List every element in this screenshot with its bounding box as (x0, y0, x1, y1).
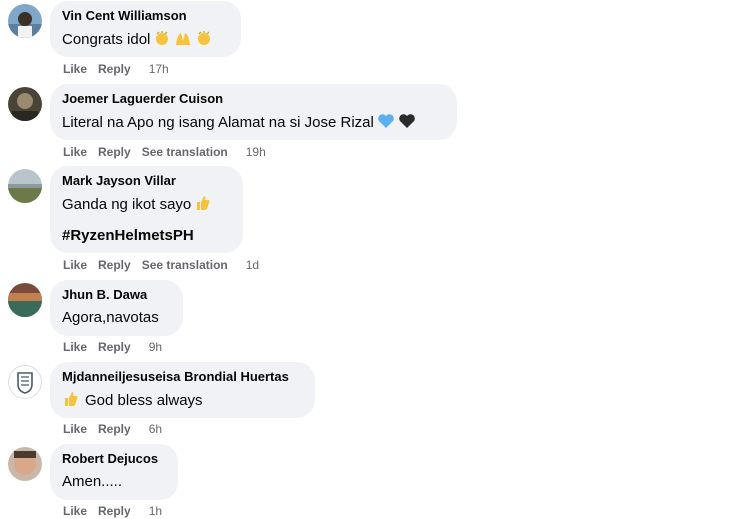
comment-timestamp[interactable]: 19h (246, 145, 266, 159)
reply-button[interactable]: Reply (98, 340, 131, 354)
comment-bubble: Vin Cent Williamson Congrats idol (50, 1, 241, 57)
hashtag-link[interactable]: #RyzenHelmetsPH (62, 226, 231, 246)
comment-text: Ganda ng ikot sayo (62, 194, 231, 218)
avatar[interactable] (8, 447, 42, 481)
comment-author[interactable]: Mjdanneiljesuseisa Brondial Huertas (62, 368, 303, 385)
comment-author[interactable]: Robert Dejucos (62, 450, 166, 467)
comment-actions: Like Reply 17h (63, 61, 169, 77)
blue-heart-icon (377, 112, 395, 136)
reply-button[interactable]: Reply (98, 504, 131, 518)
see-translation-link[interactable]: See translation (142, 258, 228, 272)
avatar[interactable] (8, 283, 42, 317)
comment-author[interactable]: Jhun B. Dawa (62, 286, 171, 303)
comment-text: Agora,navotas (62, 309, 159, 326)
like-button[interactable]: Like (63, 340, 87, 354)
comment-bubble: Mjdanneiljesuseisa Brondial Huertas God … (50, 362, 315, 418)
comment-timestamp[interactable]: 1h (149, 504, 162, 518)
like-button[interactable]: Like (63, 145, 87, 159)
avatar[interactable] (8, 169, 42, 203)
reply-button[interactable]: Reply (98, 145, 131, 159)
comment-bubble: Joemer Laguerder Cuison Literal na Apo n… (50, 84, 457, 140)
clapping-hands-icon (195, 29, 213, 53)
comment-timestamp[interactable]: 6h (149, 422, 162, 436)
thumbs-up-icon (62, 390, 80, 414)
comment-text: Literal na Apo ng isang Alamat na si Jos… (62, 112, 445, 136)
clapping-hands-icon (153, 29, 171, 53)
comment-actions: Like Reply See translation 1d (63, 257, 259, 273)
thumbs-up-icon (194, 194, 212, 218)
reply-button[interactable]: Reply (98, 258, 131, 272)
comment-actions: Like Reply 6h (63, 421, 162, 437)
like-button[interactable]: Like (63, 258, 87, 272)
comment-actions: Like Reply See translation 19h (63, 144, 266, 160)
comment-text: God bless always (62, 390, 303, 414)
black-heart-icon (398, 112, 416, 136)
raised-hands-icon (174, 29, 192, 53)
comment-text: Amen..... (62, 473, 123, 490)
comment-actions: Like Reply 9h (63, 339, 162, 355)
comment-author[interactable]: Joemer Laguerder Cuison (62, 90, 445, 107)
like-button[interactable]: Like (63, 62, 87, 76)
avatar[interactable] (8, 4, 42, 38)
reply-button[interactable]: Reply (98, 62, 131, 76)
avatar[interactable] (8, 365, 42, 399)
comment-bubble: Robert Dejucos Amen..... (50, 444, 178, 500)
comment-author[interactable]: Mark Jayson Villar (62, 172, 231, 189)
comment-timestamp[interactable]: 1d (246, 258, 259, 272)
avatar[interactable] (8, 87, 42, 121)
like-button[interactable]: Like (63, 422, 87, 436)
comment-author[interactable]: Vin Cent Williamson (62, 7, 229, 24)
comment-timestamp[interactable]: 9h (149, 340, 162, 354)
comment-actions: Like Reply 1h (63, 503, 162, 519)
comment-text: Congrats idol (62, 29, 229, 53)
comment-bubble: Mark Jayson Villar Ganda ng ikot sayo #R… (50, 166, 243, 253)
see-translation-link[interactable]: See translation (142, 145, 228, 159)
comment-bubble: Jhun B. Dawa Agora,navotas (50, 280, 183, 336)
comment-timestamp[interactable]: 17h (149, 62, 169, 76)
reply-button[interactable]: Reply (98, 422, 131, 436)
like-button[interactable]: Like (63, 504, 87, 518)
